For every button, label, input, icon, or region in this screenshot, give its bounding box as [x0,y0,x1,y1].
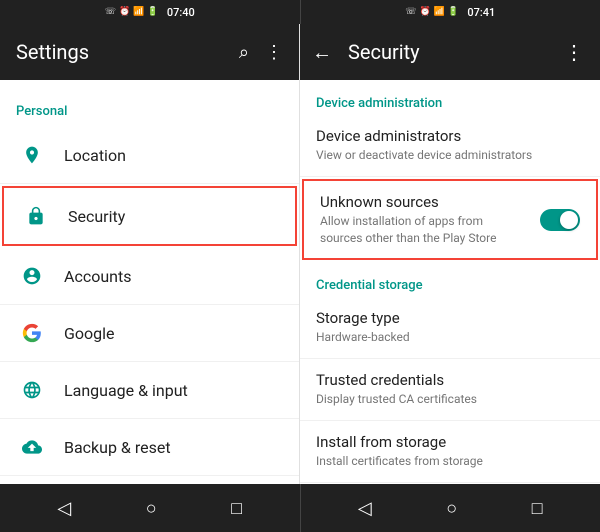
left-back-button[interactable]: ◁ [49,490,79,527]
trusted-credentials-item[interactable]: Trusted credentials Display trusted CA c… [300,359,600,421]
clear-credentials-item[interactable]: Clear credentials [300,483,600,484]
settings-item-google[interactable]: Google [0,305,299,362]
left-status-icons: ☏ ⏰ 📶 🔋 07:40 [105,6,195,19]
unknown-sources-text: Unknown sources Allow installation of ap… [320,193,528,247]
left-home-button[interactable]: ○ [138,490,165,527]
unknown-sources-toggle[interactable] [540,209,580,231]
right-panel: ← Security ⋮ Device administration Devic… [300,24,600,484]
right-recent-button[interactable]: □ [524,490,551,527]
more-icon[interactable]: ⋮ [265,42,283,63]
left-toolbar: Settings ⌕ ⋮ [0,24,299,80]
credential-storage-header: Credential storage [300,262,600,297]
phone-icon: ☏ [105,7,116,17]
signal-icon: 📶 [133,7,144,17]
google-icon [16,317,48,349]
right-home-button[interactable]: ○ [438,490,465,527]
battery-icon: 🔋 [147,7,158,17]
device-admins-item[interactable]: Device administrators View or deactivate… [300,115,600,177]
personal-section-header: Personal [0,88,299,127]
right-time: 07:41 [467,6,495,19]
main-content: Settings ⌕ ⋮ Personal Location [0,24,600,484]
backup-icon [16,431,48,463]
settings-item-language[interactable]: Language & input [0,362,299,419]
device-admins-title: Device administrators [316,127,584,145]
left-time: 07:40 [167,6,195,19]
install-from-storage-item[interactable]: Install from storage Install certificate… [300,421,600,483]
settings-title: Settings [16,40,89,64]
storage-type-title: Storage type [316,309,584,327]
status-bar-right: ☏ ⏰ 📶 🔋 07:41 [301,0,600,24]
location-label: Location [64,146,126,165]
device-admin-header: Device administration [300,80,600,115]
unknown-sources-item[interactable]: Unknown sources Allow installation of ap… [302,179,598,261]
search-icon[interactable]: ⌕ [239,42,249,63]
left-panel: Settings ⌕ ⋮ Personal Location [0,24,300,484]
accounts-label: Accounts [64,267,131,286]
trusted-credentials-subtitle: Display trusted CA certificates [316,391,584,408]
settings-item-backup[interactable]: Backup & reset [0,419,299,476]
storage-type-text: Storage type Hardware-backed [316,309,584,346]
battery-icon-r: 🔋 [448,7,459,17]
trusted-credentials-text: Trusted credentials Display trusted CA c… [316,371,584,408]
right-nav-bar: ◁ ○ □ [301,484,600,532]
nav-bars: ◁ ○ □ ◁ ○ □ [0,484,600,532]
status-bars: ☏ ⏰ 📶 🔋 07:40 ☏ ⏰ 📶 🔋 07:41 [0,0,600,24]
right-status-icons: ☏ ⏰ 📶 🔋 07:41 [405,6,495,19]
back-button[interactable]: ← [304,32,340,73]
install-from-storage-title: Install from storage [316,433,584,451]
backup-label: Backup & reset [64,438,171,457]
wifi-icon-r: 📶 [434,7,445,17]
device-admins-subtitle: View or deactivate device administrators [316,147,584,164]
language-icon [16,374,48,406]
install-from-storage-subtitle: Install certificates from storage [316,453,584,470]
settings-item-security[interactable]: Security [2,186,297,246]
phone-icon-r: ☏ [405,7,416,17]
right-back-button[interactable]: ◁ [350,490,380,527]
install-from-storage-text: Install from storage Install certificate… [316,433,584,470]
security-list: Device administration Device administrat… [300,80,600,484]
unknown-sources-subtitle: Allow installation of apps from sources … [320,213,528,247]
left-recent-button[interactable]: □ [223,490,250,527]
settings-item-accounts[interactable]: Accounts [0,248,299,305]
storage-type-subtitle: Hardware-backed [316,329,584,346]
security-icon [20,200,52,232]
trusted-credentials-title: Trusted credentials [316,371,584,389]
language-label: Language & input [64,381,188,400]
left-nav-bar: ◁ ○ □ [0,484,300,532]
security-title: Security [348,40,548,64]
accounts-icon [16,260,48,292]
right-more-icon[interactable]: ⋮ [556,32,592,72]
alarm-icon: ⏰ [119,7,130,17]
google-label: Google [64,324,115,343]
left-toolbar-icons: ⌕ ⋮ [239,42,283,63]
security-label: Security [68,207,125,226]
status-bar-left: ☏ ⏰ 📶 🔋 07:40 [0,0,300,24]
unknown-sources-title: Unknown sources [320,193,528,211]
right-toolbar: ← Security ⋮ [300,24,600,80]
device-admins-text: Device administrators View or deactivate… [316,127,584,164]
location-icon [16,139,48,171]
settings-item-location[interactable]: Location [0,127,299,184]
storage-type-item[interactable]: Storage type Hardware-backed [300,297,600,359]
alarm-icon-r: ⏰ [419,7,430,17]
settings-list: Personal Location Security [0,80,299,484]
